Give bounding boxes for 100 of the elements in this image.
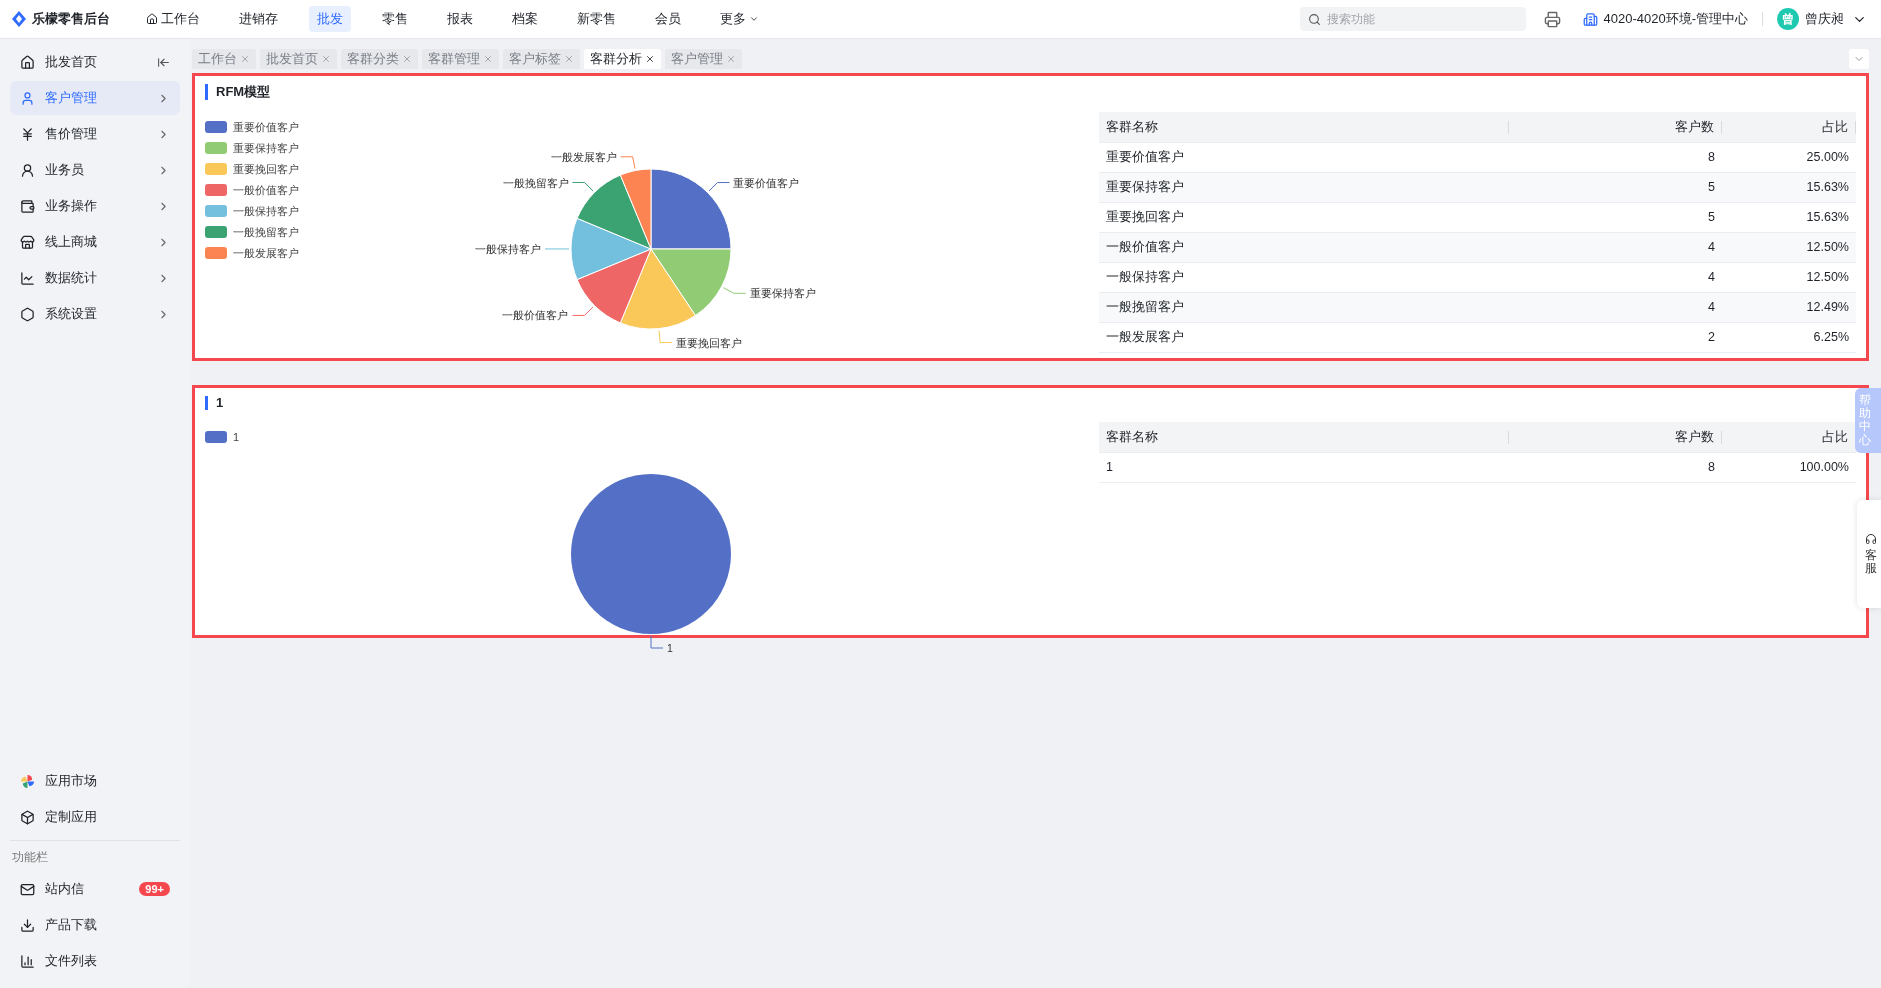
tab-menu-button[interactable] [1849,49,1869,69]
close-icon[interactable] [645,54,655,64]
sidebar-item[interactable]: 批发首页 [10,45,180,79]
tool-icon [20,953,35,969]
menu-icon [20,126,35,142]
sidebar-item[interactable]: 数据统计 [10,261,180,295]
nav-item[interactable]: 新零售 [569,6,624,32]
table-cell-text: 5 [1707,211,1716,224]
nav-item[interactable]: 进销存 [231,6,286,32]
nav-item[interactable]: 档案 [504,6,546,32]
sidebar-item[interactable]: 售价管理 [10,117,180,151]
slice-label: 一般价值客户 [502,309,569,322]
slice-label: 1 [667,642,673,654]
table-cell-text: 4 [1707,271,1716,284]
sidebar-item[interactable]: 定制应用 [10,800,180,834]
nav-item[interactable]: 会员 [647,6,689,32]
table-cell-text: 25.00% [1805,151,1850,164]
legend-item[interactable]: 一般挽留客户 [205,225,405,239]
legend-item[interactable]: 重要挽回客户 [205,162,405,176]
nav-item[interactable]: 批发 [309,6,351,32]
slice-label: 一般挽留客户 [502,176,569,189]
table-cell-text: 4 [1707,241,1716,254]
table-cell-text: 6.25% [1812,331,1850,344]
table-cell-text: 1 [1105,461,1114,474]
leader-line [708,182,730,192]
table-cell-text: 4 [1707,301,1716,314]
column-header: 客户数 [1509,430,1722,444]
cube-icon [20,809,35,825]
leader-line [658,330,673,344]
menu-icon [20,54,35,70]
legend-item[interactable]: 一般发展客户 [205,246,405,260]
card-title: RFM模型 [205,84,1856,100]
collapse-icon[interactable] [157,55,170,69]
table-cell-text: 15.63% [1805,211,1850,224]
leader-line [620,156,636,170]
table-cell-text: 12.49% [1805,301,1850,314]
headset-icon [1865,532,1877,545]
column-header: 客群名称 [1099,430,1509,444]
customer-service-button[interactable]: 客服 [1857,500,1881,608]
table-cell-text: 一般价值客户 [1105,241,1185,254]
home-icon [146,13,158,25]
app-name: 乐檬零售后台 [32,10,110,28]
count-badge: 99+ [139,882,170,896]
leader-line [650,635,664,649]
nav-item[interactable]: 更多 [712,6,767,32]
slice-label: 一般保持客户 [475,242,541,255]
logo-icon [12,11,26,27]
org-name[interactable]: 4020-4020环境-管理中心 [1603,10,1748,28]
table-cell-text: 一般发展客户 [1105,331,1185,344]
tool-icon [20,881,35,897]
legend-item[interactable]: 一般保持客户 [205,204,405,218]
sidebar-item[interactable]: 业务员 [10,153,180,187]
tool-icon [20,917,35,933]
sidebar-item[interactable]: 系统设置 [10,297,180,331]
user-name[interactable]: 曾庆昶 [1805,10,1844,28]
column-header: 占比 [1722,120,1856,134]
menu-icon [20,234,35,250]
table-cell-text: 一般挽留客户 [1105,301,1185,314]
table-cell-text: 重要价值客户 [1105,151,1185,164]
caret-icon [749,14,759,24]
table-cell-text: 12.50% [1805,271,1850,284]
menu-icon [20,162,35,178]
slice-label: 重要保持客户 [749,287,816,300]
menu-icon [20,90,35,106]
table-cell-text: 一般保持客户 [1105,271,1185,284]
legend-item[interactable]: 一般价值客户 [205,183,405,197]
menu-icon [20,306,35,322]
table-cell-text: 重要保持客户 [1105,181,1185,194]
legend-item[interactable]: 重要价值客户 [205,120,405,134]
sidebar-item[interactable]: 业务操作 [10,189,180,223]
column-header: 客户数 [1509,120,1722,134]
sidebar-item[interactable]: 站内信 99+ [10,872,180,906]
page-tab[interactable]: 客群分析 [584,49,661,69]
nav-item[interactable]: 报表 [439,6,481,32]
sidebar-item[interactable]: 产品下载 [10,908,180,942]
pinwheel-icon [20,773,35,789]
leader-line [572,182,594,192]
table-cell-text: 15.63% [1805,181,1850,194]
section-label: 功能栏 [10,840,180,872]
table-cell-text: 8 [1707,461,1716,474]
menu-icon [20,270,35,286]
table-cell-text: 2 [1707,331,1716,344]
column-header: 客群名称 [1099,120,1509,134]
table-cell-text: 8 [1707,151,1716,164]
sidebar-item[interactable]: 应用市场 [10,764,180,798]
legend-item[interactable]: 1 [205,430,405,444]
table-cell-text: 12.50% [1805,241,1850,254]
leader-line [722,287,747,294]
sidebar-item[interactable]: 客户管理 [10,81,180,115]
sidebar-item[interactable]: 线上商城 [10,225,180,259]
legend-item[interactable]: 重要保持客户 [205,141,405,155]
printer-icon[interactable] [1543,10,1561,28]
table-cell-text: 5 [1707,181,1716,194]
slice-label: 重要挽回客户 [676,336,743,349]
slice-label: 一般发展客户 [550,150,617,163]
slice-label: 重要价值客户 [733,176,800,189]
nav-item[interactable]: 零售 [374,6,416,32]
table-cell-text: 重要挽回客户 [1105,211,1185,224]
sidebar-item[interactable]: 文件列表 [10,944,180,978]
nav-item[interactable]: 工作台 [138,6,208,32]
